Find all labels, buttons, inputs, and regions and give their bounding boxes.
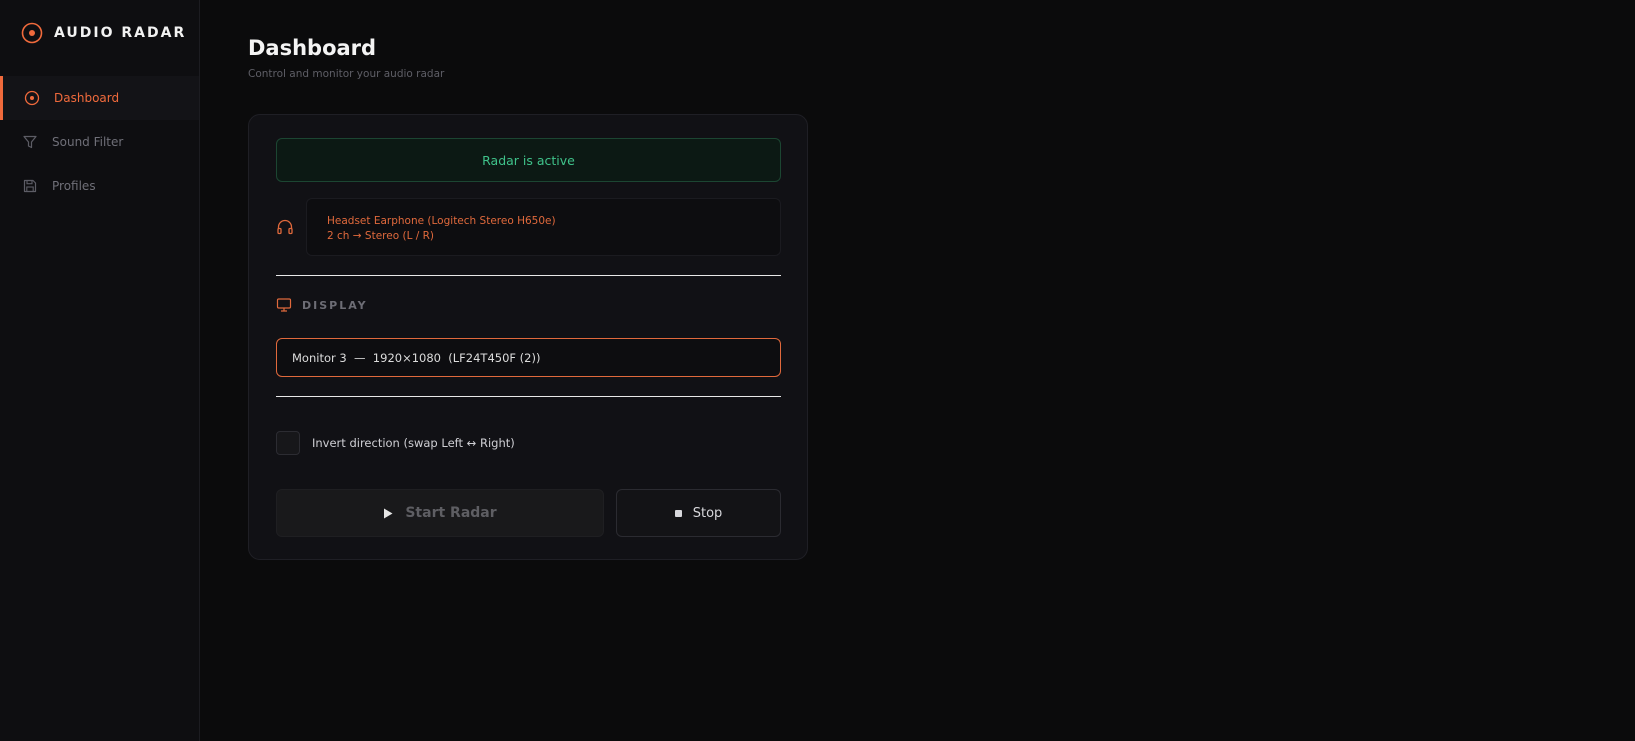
sidebar-item-dashboard[interactable]: Dashboard xyxy=(0,76,199,120)
start-radar-label: Start Radar xyxy=(405,505,497,521)
audio-device-row: Headset Earphone (Logitech Stereo H650e)… xyxy=(276,198,781,256)
monitor-icon xyxy=(276,297,292,313)
invert-direction-row: Invert direction (swap Left ↔ Right) xyxy=(276,431,515,455)
headphones-icon xyxy=(276,218,294,236)
stop-icon xyxy=(674,509,682,517)
main-content: Dashboard Control and monitor your audio… xyxy=(200,0,1635,741)
brand-title: AUDIO RADAR xyxy=(54,25,187,41)
radar-icon xyxy=(24,90,40,106)
brand: AUDIO RADAR xyxy=(0,0,199,66)
radar-logo-icon xyxy=(21,22,43,44)
save-icon xyxy=(22,178,38,194)
radar-control-card: Radar is active Headset Earphone (Logite… xyxy=(248,114,808,560)
start-radar-button[interactable]: Start Radar xyxy=(276,489,604,537)
invert-direction-checkbox[interactable] xyxy=(276,431,300,455)
monitor-select[interactable]: Monitor 3 — 1920×1080 (LF24T450F (2)) xyxy=(276,338,781,377)
sidebar-item-profiles[interactable]: Profiles xyxy=(0,164,199,208)
divider xyxy=(276,275,781,276)
sidebar-nav: Dashboard Sound Filter Profiles xyxy=(0,76,199,208)
audio-device-info: Headset Earphone (Logitech Stereo H650e)… xyxy=(306,198,781,256)
sidebar-item-sound-filter[interactable]: Sound Filter xyxy=(0,120,199,164)
page-title: Dashboard xyxy=(248,36,377,60)
sidebar-item-label: Profiles xyxy=(52,179,96,193)
display-section-label: DISPLAY xyxy=(276,297,368,313)
sidebar-item-label: Sound Filter xyxy=(52,135,124,149)
play-icon xyxy=(383,508,393,519)
page-subtitle: Control and monitor your audio radar xyxy=(248,68,445,80)
stop-label: Stop xyxy=(692,505,723,521)
divider xyxy=(276,396,781,397)
sidebar-item-label: Dashboard xyxy=(54,91,120,105)
device-name: Headset Earphone (Logitech Stereo H650e) xyxy=(327,215,556,227)
sidebar: AUDIO RADAR Dashboard Sound Filter Profi… xyxy=(0,0,200,741)
device-channels: 2 ch → Stereo (L / R) xyxy=(327,230,435,242)
invert-direction-label: Invert direction (swap Left ↔ Right) xyxy=(312,436,515,450)
stop-button[interactable]: Stop xyxy=(616,489,781,537)
display-label: DISPLAY xyxy=(302,298,368,312)
filter-icon xyxy=(22,134,38,150)
status-badge: Radar is active xyxy=(276,138,781,182)
app-root: AUDIO RADAR Dashboard Sound Filter Profi… xyxy=(0,0,1635,741)
